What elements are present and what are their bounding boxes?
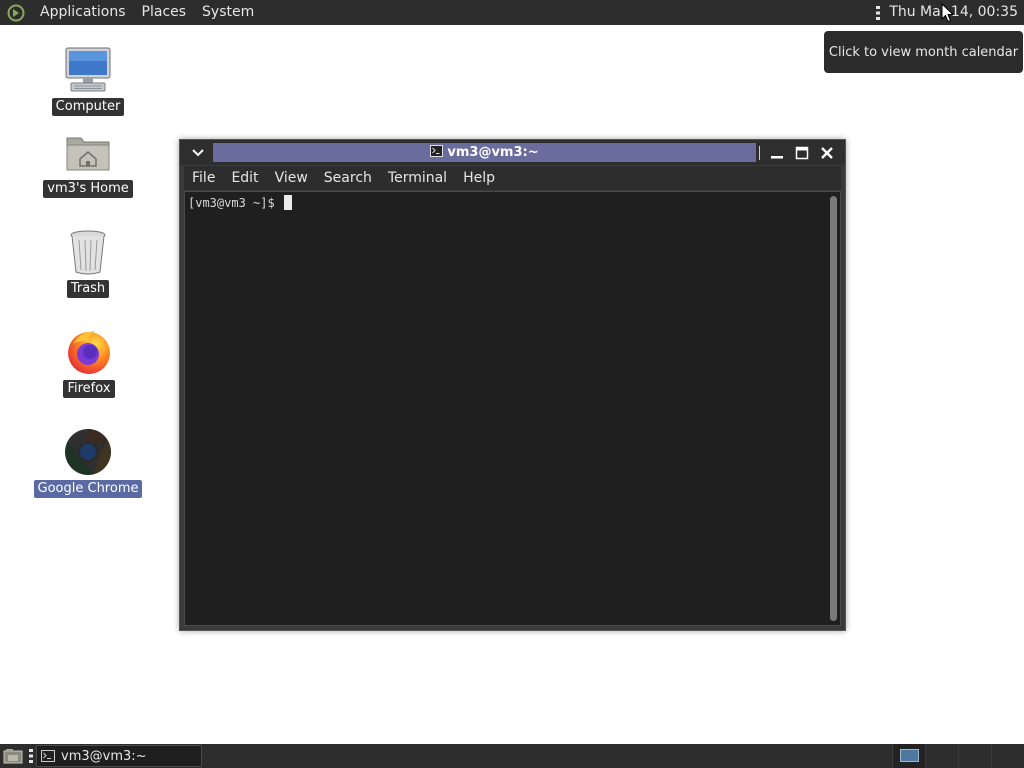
- chevron-down-icon: [192, 148, 204, 156]
- text-cursor: [283, 195, 292, 210]
- calendar-tooltip: Click to view month calendar: [824, 31, 1023, 73]
- system-menu[interactable]: System: [194, 0, 262, 25]
- desktop-icon-label: Computer: [51, 98, 125, 116]
- chrome-icon: [62, 427, 114, 477]
- desktop-icon-computer[interactable]: Computer: [28, 45, 148, 116]
- desktop-icon-label: Google Chrome: [33, 480, 143, 498]
- workspace-window-preview: [900, 749, 919, 762]
- desktop-icon-home[interactable]: vm3's Home: [28, 127, 148, 198]
- show-desktop-icon: [3, 749, 23, 764]
- menu-view[interactable]: View: [267, 166, 316, 190]
- applications-menu[interactable]: Applications: [32, 0, 134, 25]
- shell-prompt: [vm3@vm3 ~]$: [188, 195, 292, 211]
- workspace-4[interactable]: [991, 744, 1024, 768]
- top-panel: Applications Places System Thu Mar 14, 0…: [0, 0, 1024, 25]
- menu-edit[interactable]: Edit: [223, 166, 266, 190]
- minimize-icon: [771, 155, 783, 158]
- close-icon: [821, 146, 833, 159]
- desktop-icon-label: vm3's Home: [43, 180, 133, 198]
- panel-drag-handle-icon[interactable]: [27, 744, 35, 768]
- panel-drag-handle-icon[interactable]: [873, 0, 883, 25]
- terminal-icon: [41, 750, 55, 762]
- computer-icon: [62, 45, 114, 95]
- title-bar[interactable]: vm3@vm3:~: [180, 140, 845, 165]
- workspace-3[interactable]: [958, 744, 991, 768]
- terminal-output-area[interactable]: [vm3@vm3 ~]$: [184, 191, 841, 626]
- mouse-pointer-icon: [941, 3, 955, 23]
- places-menu[interactable]: Places: [134, 0, 195, 25]
- close-button[interactable]: [816, 142, 838, 163]
- window-title-text: vm3@vm3:~: [447, 145, 539, 160]
- show-desktop-button[interactable]: [2, 747, 24, 765]
- home-folder-icon: [62, 127, 114, 177]
- menu-search[interactable]: Search: [316, 166, 380, 190]
- taskbar-item-terminal[interactable]: vm3@vm3:~: [36, 745, 202, 767]
- window-menu-button[interactable]: [184, 142, 212, 163]
- terminal-icon: [430, 144, 444, 161]
- desktop-icon-firefox[interactable]: Firefox: [29, 327, 149, 398]
- menu-help[interactable]: Help: [455, 166, 503, 190]
- window-title[interactable]: vm3@vm3:~: [213, 143, 756, 162]
- workspace-2[interactable]: [925, 744, 958, 768]
- taskbar-item-label: vm3@vm3:~: [61, 748, 147, 764]
- bottom-panel: vm3@vm3:~: [0, 744, 1024, 768]
- trash-icon: [62, 227, 114, 277]
- desktop-icon-google-chrome[interactable]: Google Chrome: [28, 427, 148, 498]
- scrollbar[interactable]: [830, 196, 837, 621]
- menu-file[interactable]: File: [184, 166, 223, 190]
- workspace-1[interactable]: [892, 744, 925, 768]
- maximize-icon: [795, 146, 809, 159]
- desktop-icon-trash[interactable]: Trash: [28, 227, 148, 298]
- desktop-icon-label: Trash: [66, 280, 110, 298]
- title-separator: [759, 146, 760, 160]
- firefox-icon: [63, 327, 115, 377]
- desktop-icon-label: Firefox: [63, 380, 115, 398]
- distro-logo-icon[interactable]: [6, 3, 26, 23]
- terminal-menu-bar: File Edit View Search Terminal Help: [184, 166, 841, 190]
- maximize-button[interactable]: [791, 142, 813, 163]
- terminal-window: vm3@vm3:~ File Edit View Search Terminal…: [179, 139, 846, 631]
- menu-terminal[interactable]: Terminal: [380, 166, 455, 190]
- prompt-text: [vm3@vm3 ~]$: [188, 196, 282, 210]
- minimize-button[interactable]: [766, 142, 788, 163]
